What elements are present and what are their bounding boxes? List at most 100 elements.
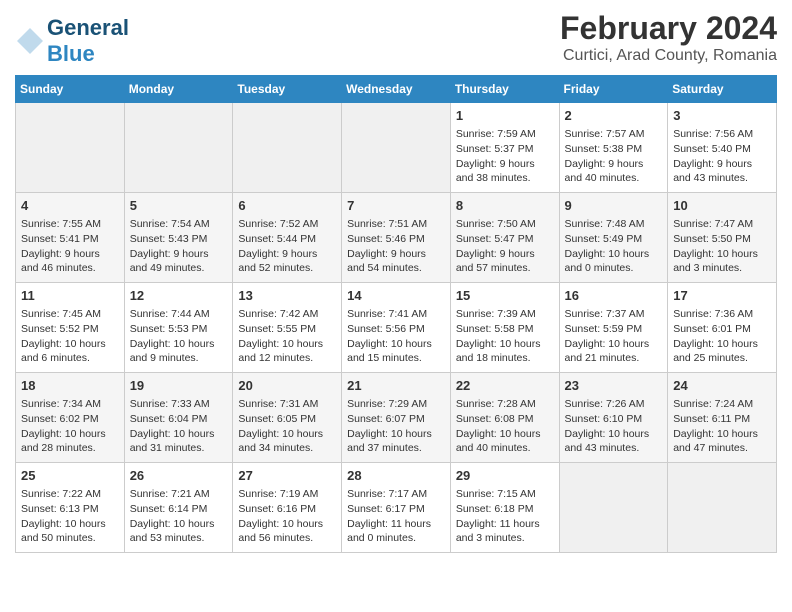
cell-content: and 0 minutes. <box>347 531 445 546</box>
day-number: 22 <box>456 377 554 395</box>
cell-content: Sunset: 5:58 PM <box>456 322 554 337</box>
day-number: 9 <box>565 197 663 215</box>
col-header-monday: Monday <box>124 76 233 103</box>
cell-content: and 9 minutes. <box>130 351 228 366</box>
col-header-thursday: Thursday <box>450 76 559 103</box>
day-number: 16 <box>565 287 663 305</box>
day-number: 3 <box>673 107 771 125</box>
cell-content: Daylight: 10 hours <box>21 337 119 352</box>
calendar-cell: 20Sunrise: 7:31 AMSunset: 6:05 PMDayligh… <box>233 373 342 463</box>
header: General Blue February 2024 Curtici, Arad… <box>15 10 777 67</box>
cell-content: Daylight: 10 hours <box>238 517 336 532</box>
day-number: 24 <box>673 377 771 395</box>
calendar-cell <box>668 463 777 553</box>
cell-content: and 3 minutes. <box>673 261 771 276</box>
cell-content: Sunset: 5:46 PM <box>347 232 445 247</box>
cell-content: and 47 minutes. <box>673 441 771 456</box>
cell-content: Sunrise: 7:55 AM <box>21 217 119 232</box>
col-header-saturday: Saturday <box>668 76 777 103</box>
cell-content: Daylight: 10 hours <box>565 247 663 262</box>
calendar-cell: 14Sunrise: 7:41 AMSunset: 5:56 PMDayligh… <box>342 283 451 373</box>
cell-content: Sunset: 6:01 PM <box>673 322 771 337</box>
day-number: 4 <box>21 197 119 215</box>
cell-content: and 52 minutes. <box>238 261 336 276</box>
calendar-cell: 8Sunrise: 7:50 AMSunset: 5:47 PMDaylight… <box>450 193 559 283</box>
cell-content: Sunrise: 7:42 AM <box>238 307 336 322</box>
cell-content: Sunrise: 7:26 AM <box>565 397 663 412</box>
cell-content: Sunset: 6:07 PM <box>347 412 445 427</box>
cell-content: Sunrise: 7:31 AM <box>238 397 336 412</box>
day-number: 27 <box>238 467 336 485</box>
cell-content: Sunrise: 7:44 AM <box>130 307 228 322</box>
logo-general-text: General <box>47 15 129 40</box>
day-number: 11 <box>21 287 119 305</box>
day-number: 18 <box>21 377 119 395</box>
cell-content: Daylight: 10 hours <box>456 337 554 352</box>
cell-content: Sunset: 6:16 PM <box>238 502 336 517</box>
calendar-table: SundayMondayTuesdayWednesdayThursdayFrid… <box>15 75 777 553</box>
cell-content: Daylight: 10 hours <box>565 337 663 352</box>
day-number: 20 <box>238 377 336 395</box>
week-row-4: 18Sunrise: 7:34 AMSunset: 6:02 PMDayligh… <box>16 373 777 463</box>
cell-content: Sunrise: 7:51 AM <box>347 217 445 232</box>
cell-content: Sunrise: 7:41 AM <box>347 307 445 322</box>
calendar-cell: 9Sunrise: 7:48 AMSunset: 5:49 PMDaylight… <box>559 193 668 283</box>
cell-content: and 6 minutes. <box>21 351 119 366</box>
cell-content: Sunrise: 7:50 AM <box>456 217 554 232</box>
cell-content: Sunrise: 7:28 AM <box>456 397 554 412</box>
cell-content: Daylight: 9 hours <box>238 247 336 262</box>
cell-content: Sunset: 5:49 PM <box>565 232 663 247</box>
cell-content: Daylight: 10 hours <box>456 427 554 442</box>
day-number: 12 <box>130 287 228 305</box>
day-number: 23 <box>565 377 663 395</box>
calendar-cell: 4Sunrise: 7:55 AMSunset: 5:41 PMDaylight… <box>16 193 125 283</box>
calendar-cell: 26Sunrise: 7:21 AMSunset: 6:14 PMDayligh… <box>124 463 233 553</box>
cell-content: Sunset: 5:38 PM <box>565 142 663 157</box>
cell-content: Daylight: 9 hours <box>456 157 554 172</box>
cell-content: Daylight: 10 hours <box>565 427 663 442</box>
week-row-5: 25Sunrise: 7:22 AMSunset: 6:13 PMDayligh… <box>16 463 777 553</box>
day-number: 6 <box>238 197 336 215</box>
cell-content: Sunset: 5:47 PM <box>456 232 554 247</box>
col-header-friday: Friday <box>559 76 668 103</box>
cell-content: Sunrise: 7:36 AM <box>673 307 771 322</box>
cell-content: Sunset: 5:56 PM <box>347 322 445 337</box>
calendar-cell: 21Sunrise: 7:29 AMSunset: 6:07 PMDayligh… <box>342 373 451 463</box>
cell-content: and 37 minutes. <box>347 441 445 456</box>
day-number: 2 <box>565 107 663 125</box>
cell-content: Sunrise: 7:33 AM <box>130 397 228 412</box>
cell-content: and 0 minutes. <box>565 261 663 276</box>
cell-content: Sunrise: 7:56 AM <box>673 127 771 142</box>
cell-content: Sunrise: 7:54 AM <box>130 217 228 232</box>
cell-content: Sunset: 5:41 PM <box>21 232 119 247</box>
cell-content: Daylight: 10 hours <box>238 337 336 352</box>
cell-content: Daylight: 9 hours <box>673 157 771 172</box>
cell-content: and 15 minutes. <box>347 351 445 366</box>
cell-content: Sunrise: 7:34 AM <box>21 397 119 412</box>
calendar-cell <box>342 103 451 193</box>
cell-content: Daylight: 11 hours <box>456 517 554 532</box>
cell-content: and 21 minutes. <box>565 351 663 366</box>
cell-content: Sunrise: 7:47 AM <box>673 217 771 232</box>
day-number: 19 <box>130 377 228 395</box>
calendar-cell: 15Sunrise: 7:39 AMSunset: 5:58 PMDayligh… <box>450 283 559 373</box>
cell-content: and 34 minutes. <box>238 441 336 456</box>
day-number: 26 <box>130 467 228 485</box>
calendar-cell: 3 Sunrise: 7:56 AMSunset: 5:40 PMDaylight… <box>668 103 777 193</box>
logo: General Blue <box>15 15 129 67</box>
logo-icon <box>15 26 45 56</box>
cell-content: Sunset: 6:14 PM <box>130 502 228 517</box>
calendar-cell: 17Sunrise: 7:36 AMSunset: 6:01 PMDayligh… <box>668 283 777 373</box>
cell-content: Sunset: 6:13 PM <box>21 502 119 517</box>
day-number: 1 <box>456 107 554 125</box>
calendar-cell: 1Sunrise: 7:59 AMSunset: 5:37 PMDaylight… <box>450 103 559 193</box>
cell-content: Sunrise: 7:59 AM <box>456 127 554 142</box>
cell-content: Sunset: 5:44 PM <box>238 232 336 247</box>
cell-content: Daylight: 10 hours <box>130 517 228 532</box>
calendar-cell: 10Sunrise: 7:47 AMSunset: 5:50 PMDayligh… <box>668 193 777 283</box>
day-number: 17 <box>673 287 771 305</box>
cell-content: Sunset: 5:40 PM <box>673 142 771 157</box>
calendar-cell <box>16 103 125 193</box>
cell-content: Sunset: 6:10 PM <box>565 412 663 427</box>
cell-content: Sunset: 6:11 PM <box>673 412 771 427</box>
